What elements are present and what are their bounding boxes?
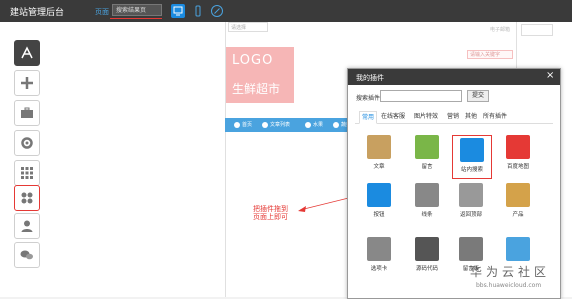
plugin-label: 百度地图 (506, 164, 529, 170)
logo-subtitle: 生鲜超市 (232, 82, 281, 96)
grid-icon (21, 167, 33, 179)
baidu-map-icon (506, 135, 530, 159)
button-icon (367, 183, 391, 207)
plugin-label: 留言 (421, 164, 433, 170)
sidebar-plugins-button[interactable] (14, 185, 40, 211)
briefcase-icon (21, 107, 33, 118)
nav-item[interactable]: 文章列表 (262, 121, 290, 128)
back-to-top-icon (459, 183, 483, 207)
site-search-icon (460, 138, 484, 162)
page-select[interactable]: 搜索结果页 (112, 4, 162, 16)
plugin-item[interactable]: 产品 (499, 183, 537, 218)
sidebar-settings-button[interactable] (14, 130, 40, 156)
product-icon (506, 183, 530, 207)
tab-common[interactable]: 常用 (359, 111, 378, 124)
plugin-search-label: 搜索插件 (356, 95, 381, 102)
plugin-label: 站内搜索 (460, 167, 483, 173)
tab-card-icon (367, 237, 391, 261)
nav-item[interactable]: 水果 (305, 121, 323, 128)
sidebar-chat-button[interactable] (14, 242, 40, 268)
plugin-search-input[interactable] (380, 90, 462, 102)
link-icon (211, 5, 223, 17)
dialog-title: 我的插件 (356, 74, 384, 82)
plugin-label: 选项卡 (370, 266, 388, 272)
sidebar-app-store-button[interactable] (14, 40, 40, 66)
plugin-label: 产品 (512, 212, 524, 218)
page-label: 页面 (95, 8, 109, 16)
guestbook-icon (459, 237, 483, 261)
user-icon (21, 220, 33, 232)
plugin-label: 返回顶部 (459, 212, 482, 218)
desktop-icon (173, 6, 183, 16)
source-code-icon (415, 237, 439, 261)
drag-hint-annotation: 把插件拖到 页面上即可 (253, 205, 288, 221)
plugin-search-button[interactable]: 提交 (467, 90, 489, 102)
plugin-item[interactable]: 线条 (408, 183, 446, 218)
canvas-select[interactable]: 请选择 (228, 22, 268, 32)
sidebar-add-button[interactable] (14, 70, 40, 96)
app-store-icon (21, 46, 33, 59)
chat-icon (20, 250, 33, 260)
article-icon (367, 135, 391, 159)
add-icon (21, 77, 33, 89)
plugin-tabs: 常用 在线客服 图片特效 营销 其他 所有插件 (355, 111, 553, 124)
site-search-input[interactable]: 请输入关键字 (467, 50, 513, 59)
plugin-item[interactable]: 百度地图 (499, 135, 537, 170)
plugin-item[interactable]: 源码代码 (408, 237, 446, 272)
plugin-label: 源码代码 (415, 266, 438, 272)
mobile-view-button[interactable] (191, 4, 205, 18)
message-icon (415, 135, 439, 159)
email-field[interactable] (521, 24, 553, 36)
mobile-icon (195, 5, 201, 17)
sidebar-grid-button[interactable] (14, 160, 40, 186)
tab-online-service[interactable]: 在线客服 (381, 111, 405, 123)
top-bar: 建站管理后台 页面 搜索结果页 (0, 0, 572, 22)
nav-item[interactable]: 首页 (234, 121, 252, 128)
line-icon (415, 183, 439, 207)
tab-image-effects[interactable]: 图片特效 (414, 111, 438, 123)
app-title: 建站管理后台 (10, 8, 65, 18)
close-icon[interactable]: × (546, 71, 554, 81)
logo-text: LOGO (232, 53, 274, 68)
plugin-item[interactable] (499, 237, 537, 264)
highlight-underline (110, 18, 162, 19)
tab-marketing[interactable]: 营销 (447, 111, 459, 123)
sidebar-user-button[interactable] (14, 213, 40, 239)
watermark: 华为云社区 (470, 265, 551, 279)
plugin-item[interactable]: 按钮 (360, 183, 398, 218)
tab-all-plugins[interactable]: 所有插件 (483, 111, 507, 123)
plugin-label: 线条 (421, 212, 433, 218)
nav-bullet-icon (333, 121, 339, 128)
plugin-item[interactable]: 文章 (360, 135, 398, 170)
nav-bullet-icon (262, 121, 268, 128)
sidebar-briefcase-button[interactable] (14, 100, 40, 126)
email-label: 电子邮箱 (490, 27, 511, 33)
watermark-url: bbs.huaweicloud.com (476, 282, 542, 289)
link-button[interactable] (210, 4, 224, 18)
share-icon (506, 237, 530, 261)
nav-bullet-icon (305, 121, 311, 128)
plugin-item[interactable]: 选项卡 (360, 237, 398, 272)
nav-bullet-icon (234, 121, 240, 128)
plugin-item[interactable]: 留言 (408, 135, 446, 170)
dialog-header: 我的插件 × (348, 69, 560, 85)
plugin-item[interactable]: 返回顶部 (452, 183, 490, 218)
settings-icon (21, 137, 33, 149)
tab-other[interactable]: 其他 (465, 111, 477, 123)
plugins-icon (21, 192, 33, 204)
plugin-item[interactable]: 站内搜索 (452, 135, 492, 179)
desktop-view-button[interactable] (171, 4, 185, 18)
plugin-label: 按钮 (373, 212, 385, 218)
plugin-label: 文章 (373, 164, 385, 170)
